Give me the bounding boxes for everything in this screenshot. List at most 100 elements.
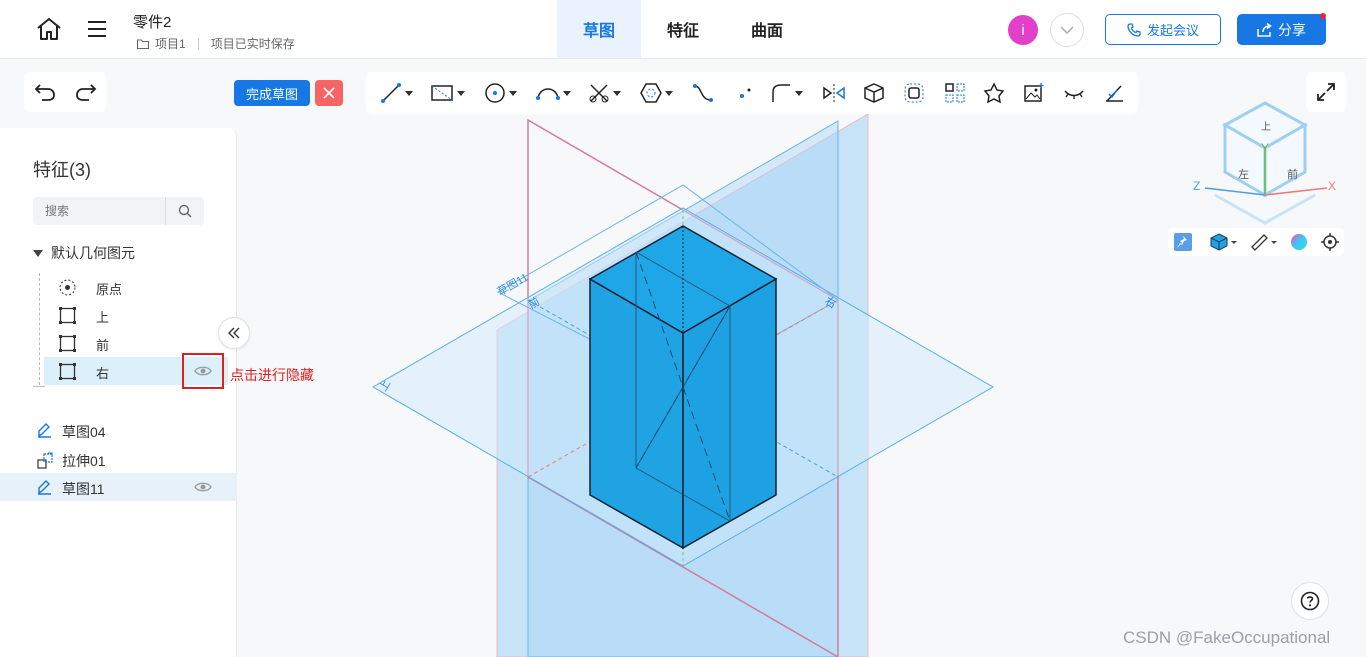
tree-guide-end [33,386,45,387]
sketch-icon [38,480,51,495]
tree-item-top[interactable]: 上 [0,301,237,329]
axis-x-label: X [1328,179,1336,193]
tool-pattern[interactable] [944,81,966,105]
menu-icon[interactable] [86,18,108,40]
home-icon[interactable] [36,17,62,41]
tree-item-label: 前 [96,338,110,353]
axis-z-label: Z [1193,179,1200,193]
view-tools [1168,228,1344,256]
double-chevron-left-icon [228,327,240,339]
feature-label: 拉伸01 [62,453,106,469]
phone-icon [1127,22,1141,37]
target-icon[interactable] [1321,233,1339,251]
tree-item-label: 上 [96,310,110,325]
box-view-icon [864,83,884,103]
save-status: 项目已实时保存 [210,37,295,51]
tool-spline[interactable] [692,81,714,105]
start-meeting-button[interactable]: 发起会议 [1105,14,1221,45]
constraint-icon [1106,85,1123,102]
watermark: CSDN @FakeOccupational [1123,628,1331,647]
origin-icon [59,279,76,296]
measure-icon[interactable] [1250,233,1278,251]
tool-image[interactable] [1023,81,1045,105]
hint-text: 点击进行隐藏 [230,367,314,383]
tool-constraint[interactable] [1103,81,1125,105]
hide-icon [1064,90,1084,99]
document-title[interactable]: 零件2 [133,11,171,32]
color-icon[interactable] [1290,233,1308,251]
tool-mirror[interactable] [822,81,846,105]
redo-icon[interactable] [75,83,97,101]
close-icon [323,87,335,99]
pin-icon[interactable] [1174,233,1192,251]
cube-left-label: 左 [1238,168,1249,181]
tab-surface[interactable]: 曲面 [725,0,809,58]
finish-sketch-button[interactable]: 完成草图 [234,80,310,106]
search-input[interactable] [33,197,166,225]
avatar[interactable]: i [1008,15,1038,45]
sketch-toolbar [366,72,1138,114]
tool-fillet[interactable] [770,81,803,105]
tab-sketch[interactable]: 草图 [557,0,641,58]
tool-line[interactable] [380,81,413,105]
tree-group-label: 默认几何图元 [51,245,135,261]
breadcrumb: 项目1 项目已实时保存 [137,35,295,52]
highlight-box [182,353,224,389]
image-icon [1024,83,1044,102]
help-button[interactable] [1291,582,1329,620]
undo-redo-group [24,72,106,112]
undo-icon[interactable] [34,83,56,101]
view-cube[interactable]: 上 左 前 Y X Z [1185,100,1345,225]
axis-y-label: Y [1261,141,1269,155]
tool-box-view[interactable] [863,81,885,105]
feature-item-sketch04[interactable]: 草图04 [0,416,237,444]
chevron-down-icon [1060,26,1074,34]
search-box [33,197,204,225]
eye-icon[interactable] [194,481,212,493]
trim-icon [589,84,609,103]
panel-title: 特征(3) [33,160,91,180]
tab-feature[interactable]: 特征 [641,0,725,58]
tool-polygon[interactable] [640,81,673,105]
feature-label: 草图04 [62,424,106,440]
feature-item-sketch11[interactable]: 草图11 [0,473,237,501]
caret-icon [563,90,571,96]
tool-arc[interactable] [536,81,571,105]
tree-item-label: 原点 [96,282,123,297]
tree-group-header[interactable]: 默认几何图元 [33,243,135,263]
user-menu-button[interactable] [1050,13,1084,47]
caret-icon [613,90,621,96]
caret-icon [457,90,465,96]
extrude-icon [37,452,53,469]
spline-icon [693,84,713,102]
tool-offset[interactable] [903,81,925,105]
tool-trim[interactable] [588,81,621,105]
cube-front-label: 前 [1287,167,1298,181]
tree-item-origin[interactable]: 原点 [0,273,237,301]
feature-panel: 特征(3) 默认几何图元 原点 上 前 右 草图04 拉伸01 草图11 [0,128,237,657]
line-icon [381,83,401,103]
tool-shape[interactable] [983,81,1005,105]
search-icon[interactable] [178,204,192,218]
folder-icon [137,39,149,49]
feature-item-extrude01[interactable]: 拉伸01 [0,445,237,473]
tool-point[interactable] [734,81,756,105]
cancel-sketch-button[interactable] [315,80,343,106]
cube-shadow [1214,193,1316,225]
tool-rectangle[interactable] [430,81,465,105]
caret-icon [405,90,413,96]
top-bar: 零件2 项目1 项目已实时保存 草图 特征 曲面 i 发起会议 分享 [0,0,1366,59]
share-button[interactable]: 分享 [1237,14,1326,45]
display-mode-icon[interactable] [1210,233,1238,251]
help-icon [1300,591,1320,611]
arc-icon [536,88,560,100]
caret-icon [665,90,673,96]
meeting-label: 发起会议 [1146,23,1199,38]
tool-circle[interactable] [484,81,517,105]
collapse-panel-button[interactable] [218,317,250,349]
plane-icon [59,307,76,324]
caret-icon [509,90,517,96]
tool-hide[interactable] [1063,81,1085,105]
caret-icon [795,90,803,96]
project-link[interactable]: 项目1 [155,35,186,52]
